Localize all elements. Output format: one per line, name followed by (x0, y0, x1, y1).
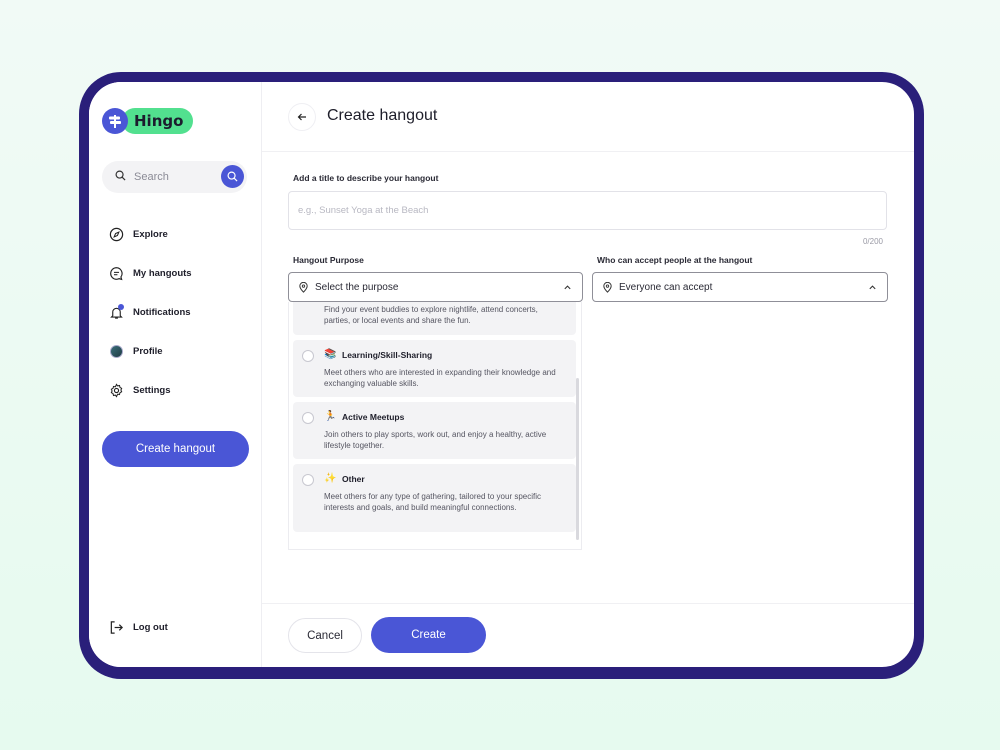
create-hangout-button[interactable]: Create hangout (102, 431, 249, 467)
radio-button[interactable] (302, 350, 314, 362)
option-description: Meet others who are interested in expand… (324, 368, 556, 388)
purpose-option[interactable]: Find your event buddies to explore night… (293, 302, 576, 335)
purpose-label: Hangout Purpose (293, 255, 364, 265)
logout-label: Log out (133, 621, 168, 633)
logout-icon (108, 619, 124, 635)
location-pin-icon (603, 281, 612, 293)
signpost-icon (102, 108, 128, 134)
location-pin-icon (299, 281, 308, 293)
purpose-option[interactable]: 🏃 Active Meetups Join others to play spo… (293, 402, 576, 459)
sidebar-item-explore[interactable]: Explore (108, 224, 168, 244)
arrow-left-icon (297, 113, 306, 121)
logo[interactable]: Hingo (102, 107, 194, 135)
sidebar-item-label: Profile (133, 345, 163, 357)
title-label: Add a title to describe your hangout (293, 173, 439, 183)
option-title: 📚 Learning/Skill-Sharing (324, 349, 432, 360)
purpose-select[interactable]: Select the purpose (288, 272, 583, 302)
option-description: Meet others for any type of gathering, t… (324, 492, 542, 512)
gear-icon (108, 382, 124, 398)
purpose-select-value: Select the purpose (315, 281, 399, 293)
option-title: ✨ Other (324, 473, 365, 484)
search-box[interactable]: Search (102, 161, 247, 193)
sidebar-item-label: My hangouts (133, 267, 192, 279)
search-input[interactable]: Search (134, 171, 169, 183)
purpose-dropdown[interactable]: Find your event buddies to explore night… (288, 302, 582, 550)
chat-icon (108, 265, 124, 281)
notification-dot (118, 304, 124, 310)
sparkles-icon: ✨ (324, 473, 337, 484)
sidebar-item-notifications[interactable]: Notifications (108, 302, 191, 322)
avatar-icon (108, 343, 124, 359)
accept-label: Who can accept people at the hangout (597, 255, 753, 265)
radio-button[interactable] (302, 412, 314, 424)
app-screen: Hingo Search Explore My hangouts Notific… (89, 82, 914, 667)
page-header: Create hangout (262, 82, 914, 152)
radio-button[interactable] (302, 474, 314, 486)
page-title: Create hangout (327, 107, 438, 124)
option-title-text: Active Meetups (342, 411, 405, 422)
accept-select[interactable]: Everyone can accept (592, 272, 888, 302)
books-icon: 📚 (324, 349, 337, 360)
accept-select-value: Everyone can accept (619, 281, 713, 293)
chevron-up-icon (869, 285, 876, 290)
search-button[interactable] (221, 165, 244, 188)
option-title: 🏃 Active Meetups (324, 411, 404, 422)
title-input[interactable] (288, 191, 887, 230)
option-title-text: Learning/Skill-Sharing (342, 349, 433, 360)
runner-icon: 🏃 (324, 411, 337, 422)
compass-icon (108, 226, 124, 242)
option-description: Find your event buddies to explore night… (324, 305, 538, 325)
back-button[interactable] (288, 103, 316, 131)
purpose-option[interactable]: 📚 Learning/Skill-Sharing Meet others who… (293, 340, 576, 397)
title-char-counter: 0/200 (862, 237, 883, 246)
chevron-up-icon (564, 285, 571, 290)
create-button[interactable]: Create (371, 617, 486, 653)
sidebar-item-label: Notifications (133, 306, 191, 318)
bell-icon (108, 304, 124, 320)
purpose-option[interactable]: ✨ Other Meet others for any type of gath… (293, 464, 576, 532)
option-description: Join others to play sports, work out, an… (324, 430, 547, 450)
sidebar: Hingo Search Explore My hangouts Notific… (89, 82, 262, 667)
sidebar-item-settings[interactable]: Settings (108, 380, 170, 400)
option-title-text: Other (342, 473, 365, 484)
search-icon (115, 168, 126, 186)
sidebar-item-label: Settings (133, 384, 171, 396)
sidebar-item-label: Explore (133, 228, 168, 240)
logo-text: Hingo (122, 108, 194, 134)
logout-button[interactable]: Log out (108, 617, 168, 637)
sidebar-item-profile[interactable]: Profile (108, 341, 163, 361)
cancel-button[interactable]: Cancel (288, 618, 362, 653)
dropdown-scrollbar[interactable] (576, 378, 579, 540)
sidebar-item-my-hangouts[interactable]: My hangouts (108, 263, 192, 283)
form-footer: Cancel Create (262, 603, 914, 667)
